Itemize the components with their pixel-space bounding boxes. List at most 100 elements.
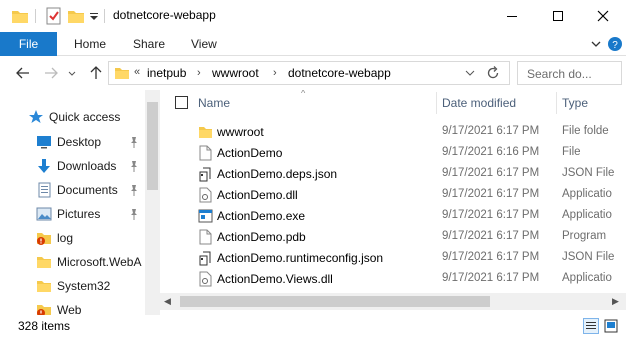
maximize-button[interactable] xyxy=(535,0,581,32)
column-divider[interactable] xyxy=(556,92,557,114)
breadcrumb-chevron-icon: › xyxy=(273,67,277,79)
breadcrumb-current[interactable]: dotnetcore-webapp xyxy=(288,66,391,80)
search-placeholder: Search do... xyxy=(527,67,592,81)
forward-button[interactable] xyxy=(41,64,61,82)
desktop-icon xyxy=(36,134,52,150)
sidebar-item-web[interactable]: Web xyxy=(0,298,145,315)
sort-ascending-icon: ^ xyxy=(301,90,306,98)
file-row-exe[interactable]: ActionDemo.exe 9/17/2021 6:17 PM Applica… xyxy=(160,205,626,226)
minimize-icon xyxy=(507,16,517,17)
recent-locations-button[interactable] xyxy=(66,64,78,82)
star-icon xyxy=(28,109,44,125)
sidebar-item-microsoft-weba[interactable]: Microsoft.WebA xyxy=(0,250,145,274)
scroll-right-icon[interactable]: ▶ xyxy=(612,296,619,307)
close-button[interactable] xyxy=(580,0,626,32)
file-row-runtimeconfig-json[interactable]: ActionDemo.runtimeconfig.json 9/17/2021 … xyxy=(160,247,626,268)
pin-icon xyxy=(128,135,140,149)
search-box[interactable]: Search do... xyxy=(517,61,622,85)
close-icon xyxy=(597,10,609,22)
file-date: 9/17/2021 6:17 PM xyxy=(442,209,540,221)
customize-toolbar-icon[interactable] xyxy=(88,7,100,25)
select-all-checkbox[interactable] xyxy=(175,96,188,109)
sidebar-item-log[interactable]: log xyxy=(0,226,145,250)
sidebar-item-quick-access[interactable]: Quick access xyxy=(0,105,145,129)
back-arrow-icon xyxy=(16,67,29,79)
sidebar-item-documents[interactable]: Documents xyxy=(0,178,145,202)
column-headers: ^ Name Date modified Type xyxy=(160,90,626,116)
maximize-icon xyxy=(553,11,563,21)
large-icons-view-icon[interactable] xyxy=(603,318,619,334)
file-row-dll[interactable]: ActionDemo.dll 9/17/2021 6:17 PM Applica… xyxy=(160,184,626,205)
forward-arrow-icon xyxy=(45,67,58,79)
breadcrumb-chevron-icon: › xyxy=(197,67,201,79)
refresh-icon[interactable] xyxy=(485,65,501,84)
file-name: ActionDemo.dll xyxy=(217,188,298,202)
sidebar-item-label: log xyxy=(57,231,74,245)
file-name: wwwroot xyxy=(217,125,264,139)
pin-icon xyxy=(128,183,140,197)
file-icon xyxy=(198,229,213,245)
scrollbar-thumb[interactable] xyxy=(147,102,158,190)
horizontal-scrollbar[interactable]: ◀ ▶ xyxy=(160,293,626,310)
folder-icon xyxy=(36,278,52,294)
tab-share[interactable]: Share xyxy=(133,32,165,56)
file-type: Applicatio xyxy=(562,209,612,221)
sidebar-item-label: Quick access xyxy=(49,110,121,124)
file-row-wwwroot[interactable]: wwwroot 9/17/2021 6:17 PM File folde xyxy=(160,121,626,142)
up-arrow-icon xyxy=(90,66,102,79)
breadcrumb-wwwroot[interactable]: wwwroot xyxy=(212,66,259,80)
tab-file[interactable]: File xyxy=(0,32,57,56)
help-icon[interactable]: ? xyxy=(607,36,623,52)
properties-icon[interactable] xyxy=(45,7,63,25)
file-row-pdb[interactable]: ActionDemo.pdb 9/17/2021 6:17 PM Program xyxy=(160,226,626,247)
sidebar-item-label: Microsoft.WebA xyxy=(57,255,142,269)
new-folder-icon[interactable] xyxy=(67,7,85,25)
sidebar-item-desktop[interactable]: Desktop xyxy=(0,130,145,154)
file-date: 9/17/2021 6:17 PM xyxy=(442,167,540,179)
file-date: 9/17/2021 6:17 PM xyxy=(442,230,540,242)
scroll-left-icon[interactable]: ◀ xyxy=(164,296,171,307)
file-name: ActionDemo.Views.dll xyxy=(217,272,333,286)
file-type: Program xyxy=(562,230,607,242)
file-name: ActionDemo xyxy=(217,146,283,160)
sidebar-item-downloads[interactable]: Downloads xyxy=(0,154,145,178)
file-type: Applicatio xyxy=(562,272,612,284)
column-type[interactable]: Type xyxy=(562,96,588,110)
navigation-pane: Quick access Desktop Downloads Documents… xyxy=(0,90,160,315)
up-button[interactable] xyxy=(86,64,106,82)
address-dropdown-icon[interactable] xyxy=(464,66,476,83)
file-row-deps-json[interactable]: ActionDemo.deps.json 9/17/2021 6:17 PM J… xyxy=(160,163,626,184)
breadcrumb-inetpub[interactable]: inetpub xyxy=(147,66,186,80)
file-type: Applicatio xyxy=(562,188,612,200)
tab-home[interactable]: Home xyxy=(74,32,106,56)
breadcrumb-overflow[interactable]: « xyxy=(134,66,140,78)
file-name: ActionDemo.pdb xyxy=(217,230,306,244)
column-date-modified[interactable]: Date modified xyxy=(442,96,516,110)
folder-warning-icon xyxy=(36,230,52,246)
tab-view[interactable]: View xyxy=(191,32,217,56)
divider xyxy=(104,9,105,23)
folder-icon xyxy=(36,254,52,270)
details-view-icon[interactable] xyxy=(583,318,599,334)
expand-ribbon-icon[interactable] xyxy=(588,36,604,52)
file-row-views-dll[interactable]: ActionDemo.Views.dll 9/17/2021 6:17 PM A… xyxy=(160,268,626,289)
scrollbar-thumb[interactable] xyxy=(180,296,490,307)
file-row-actiondemo[interactable]: ActionDemo 9/17/2021 6:16 PM File xyxy=(160,142,626,163)
minimize-button[interactable] xyxy=(489,0,535,32)
navigation-scrollbar[interactable] xyxy=(145,90,160,315)
column-divider[interactable] xyxy=(436,92,437,114)
file-type: File xyxy=(562,146,581,158)
chevron-down-icon xyxy=(68,71,76,76)
column-name[interactable]: Name xyxy=(198,96,230,110)
file-name: ActionDemo.deps.json xyxy=(217,167,338,181)
file-date: 9/17/2021 6:17 PM xyxy=(442,272,540,284)
back-button[interactable] xyxy=(13,64,33,82)
file-list: ^ Name Date modified Type wwwroot 9/17/2… xyxy=(160,90,626,315)
documents-icon xyxy=(36,182,52,198)
item-count: 328 items xyxy=(18,319,71,333)
sidebar-item-pictures[interactable]: Pictures xyxy=(0,202,145,226)
file-name: ActionDemo.runtimeconfig.json xyxy=(217,251,384,265)
sidebar-item-system32[interactable]: System32 xyxy=(0,274,145,298)
navigation-bar: « inetpub › wwwroot › dotnetcore-webapp … xyxy=(0,56,626,90)
address-bar[interactable]: « inetpub › wwwroot › dotnetcore-webapp xyxy=(108,61,510,85)
